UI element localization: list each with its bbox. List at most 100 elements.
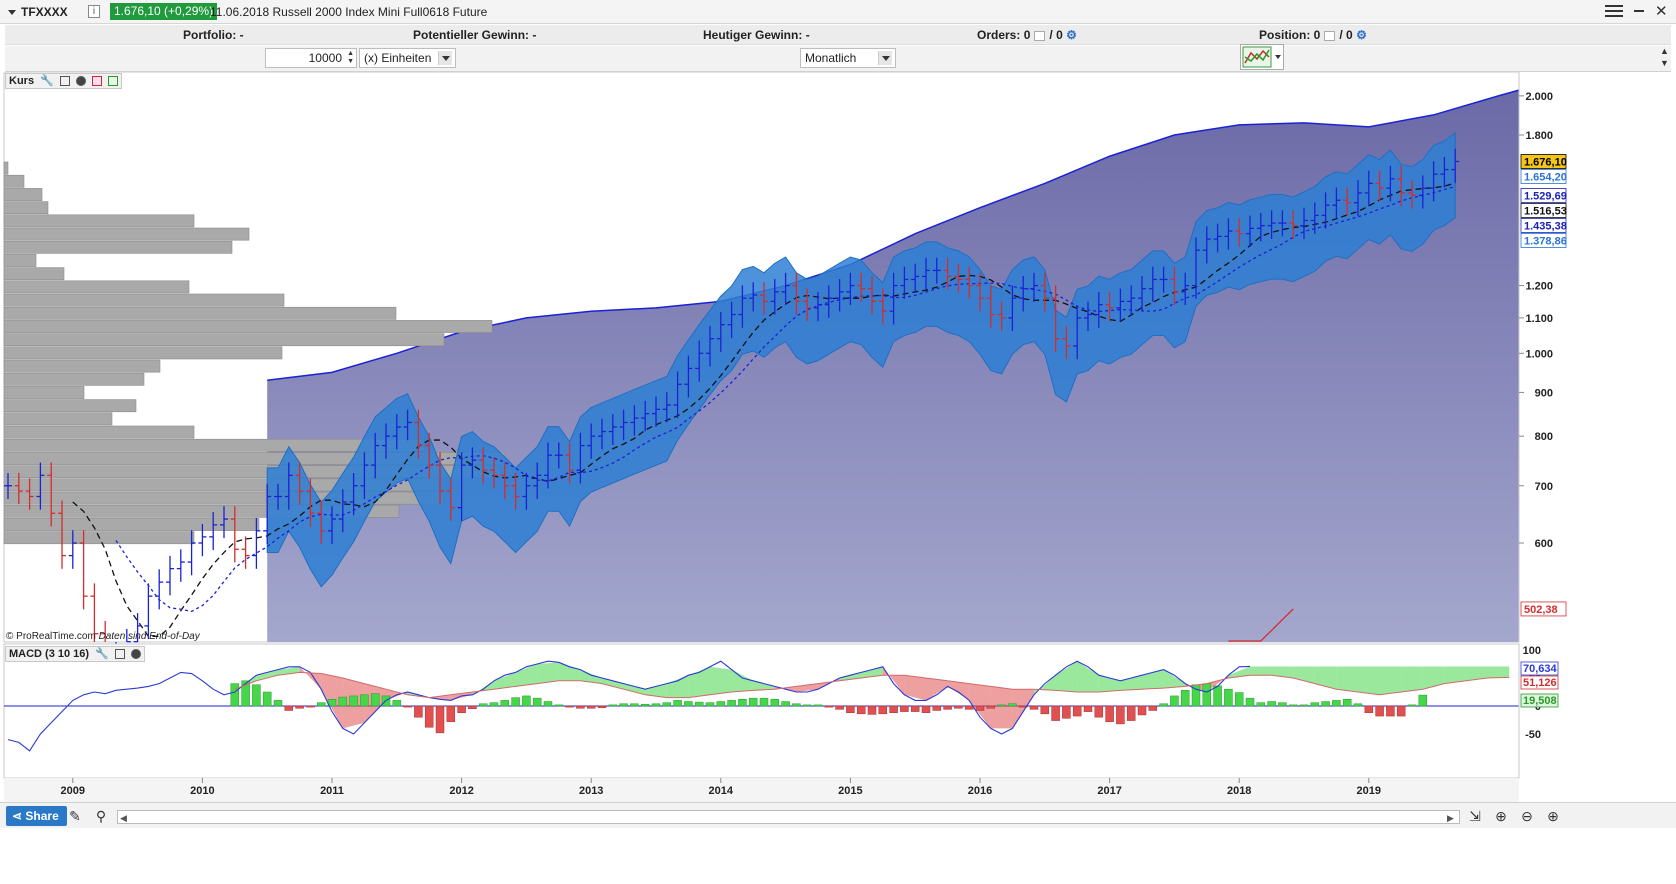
macd-histogram-bar xyxy=(813,704,823,707)
orders-sep: / xyxy=(1049,28,1053,42)
macd-axis: 100500-50 xyxy=(1523,645,1541,741)
macd-histogram-bar xyxy=(522,695,531,707)
potential-label: Potentieller Gewinn: xyxy=(413,28,530,42)
scroll-down-icon[interactable]: ▼ xyxy=(1660,58,1669,68)
quantity-stepper[interactable]: 10000 ▲ ▼ xyxy=(265,48,357,68)
scroll-left-icon[interactable]: ◀ xyxy=(120,813,130,824)
macd-diff-area xyxy=(710,666,732,695)
drawing-tool-icon[interactable]: ⚲ xyxy=(92,807,110,825)
macd-histogram-bar xyxy=(997,704,1006,707)
price-chart[interactable]: 600 700 800 900 1.000 1.100 1.200 2.000 1.800 1.… xyxy=(0,72,1676,802)
macd-histogram-bar xyxy=(802,704,812,707)
info-icon[interactable]: i xyxy=(88,5,100,18)
time-tick-label: 2009 xyxy=(61,785,85,797)
macd-histogram-bar xyxy=(846,705,855,713)
minimize-icon[interactable] xyxy=(1634,10,1644,12)
gear-icon[interactable]: ⚙ xyxy=(1066,28,1077,42)
chevron-down-icon[interactable] xyxy=(878,51,892,65)
macd-diff-area xyxy=(1358,666,1380,695)
price-tag-label: 1.676,10 xyxy=(1524,156,1567,168)
close-icon[interactable] xyxy=(1034,30,1046,41)
volume-profile-bar xyxy=(3,372,145,386)
window-icon[interactable] xyxy=(114,649,125,660)
close-icon[interactable] xyxy=(130,649,141,660)
macd-histogram-bar xyxy=(316,702,326,707)
macd-diff-area xyxy=(1336,666,1358,692)
price-badge: 1.676,10 (+0,29%) xyxy=(110,3,218,20)
close-icon[interactable] xyxy=(1324,30,1336,41)
macd-histogram-bar xyxy=(932,705,942,711)
macd-histogram-bar xyxy=(370,693,380,707)
portfolio-value: - xyxy=(239,28,244,42)
price-tick-label: 1.200 xyxy=(1525,281,1553,293)
menu-icon[interactable] xyxy=(1605,5,1623,18)
macd-histogram-bar xyxy=(457,705,466,713)
zoom-area-icon[interactable]: ⊕ xyxy=(1492,807,1510,825)
scroll-right-icon[interactable]: ▶ xyxy=(1447,813,1457,824)
macd-histogram-bar xyxy=(1396,705,1406,717)
macd-histogram-bar xyxy=(1245,697,1255,707)
position-sep: / xyxy=(1339,28,1343,42)
gear-icon[interactable]: ⚙ xyxy=(1356,28,1367,42)
price-panel-label[interactable]: Kurs 🔧 xyxy=(5,73,123,89)
zoom-out-icon[interactable]: ⊖ xyxy=(1518,807,1536,825)
macd-tags: 70,634 51,126 19,508 xyxy=(1520,661,1559,708)
macd-panel-frame xyxy=(3,643,1520,779)
stats-bar: Portfolio: - Potentieller Gewinn: - Heut… xyxy=(5,25,1671,45)
macd-histogram-bar xyxy=(835,705,844,710)
time-tick-label: 2012 xyxy=(449,785,473,797)
price-tick-label: 2.000 xyxy=(1525,91,1553,103)
volume-profile-bar xyxy=(3,280,190,294)
volume-profile-bar xyxy=(3,254,37,267)
macd-histogram-bar xyxy=(1148,705,1158,711)
period-select[interactable]: Monatlich xyxy=(800,48,896,68)
scroll-up-icon[interactable]: ▲ xyxy=(1660,46,1669,56)
chevron-down-icon[interactable] xyxy=(438,51,452,65)
macd-histogram-bar xyxy=(1040,705,1050,715)
macd-histogram-bar xyxy=(1407,704,1417,707)
spinner-arrows-icon[interactable]: ▲ ▼ xyxy=(346,50,354,66)
macd-histogram-bar xyxy=(338,696,348,707)
macd-histogram-bar xyxy=(1083,705,1093,712)
macd-histogram-bar xyxy=(284,705,294,711)
macd-histogram-bar xyxy=(824,705,834,708)
share-button[interactable]: ⋖ Share xyxy=(6,806,67,826)
portfolio-label: Portfolio: xyxy=(183,28,237,42)
macd-histogram-bar xyxy=(630,703,639,707)
symbol-selector[interactable]: TFXXXX xyxy=(8,5,68,19)
macd-histogram-bar xyxy=(360,694,369,707)
wrench-icon[interactable]: 🔧 xyxy=(40,75,54,87)
close-icon[interactable] xyxy=(75,76,86,87)
price-tag-label: 1.516,53 xyxy=(1524,205,1567,217)
arrow-up-icon[interactable] xyxy=(108,76,119,87)
macd-histogram-bar xyxy=(662,702,672,707)
macd-tag-label: 51,126 xyxy=(1523,677,1557,689)
time-tick-label: 2010 xyxy=(190,785,214,797)
close-icon[interactable]: ✕ xyxy=(1655,2,1668,20)
zoom-in-icon[interactable]: ⊕ xyxy=(1544,807,1562,825)
orders-value-2: 0 xyxy=(1056,28,1063,42)
volume-profile-bar xyxy=(3,320,493,333)
price-panel-title: Kurs xyxy=(9,75,35,87)
volume-profile-bar xyxy=(3,306,397,320)
macd-histogram-bar xyxy=(1256,702,1266,707)
macd-histogram-bar xyxy=(1342,699,1352,707)
top-bar: TFXXXX i 1.676,10 (+0,29%) 11.06.2018 Ru… xyxy=(0,0,1676,24)
window-icon[interactable] xyxy=(59,76,70,87)
crosshair-tool-icon[interactable]: ✎ xyxy=(66,807,84,825)
fit-screen-icon[interactable]: ⇲ xyxy=(1466,807,1484,825)
volume-profile-bar xyxy=(3,174,25,188)
time-tick-label: 2013 xyxy=(579,785,603,797)
macd-histogram-bar xyxy=(500,700,510,707)
price-tag-label: 502,38 xyxy=(1524,604,1558,616)
arrow-down-icon[interactable] xyxy=(92,76,103,87)
wrench-icon[interactable]: 🔧 xyxy=(95,648,109,660)
unit-select[interactable]: (x) Einheiten xyxy=(359,48,456,68)
macd-panel-label[interactable]: MACD (3 10 16) 🔧 xyxy=(5,646,145,662)
time-scrollbar[interactable]: ◀ ▶ xyxy=(117,810,1460,824)
macd-histogram-bar xyxy=(1072,705,1082,717)
indicator-menu-button[interactable] xyxy=(1240,44,1284,70)
period-value: Monatlich xyxy=(805,51,857,65)
macd-histogram-bar xyxy=(1386,705,1395,717)
macd-histogram-bar xyxy=(748,697,758,707)
